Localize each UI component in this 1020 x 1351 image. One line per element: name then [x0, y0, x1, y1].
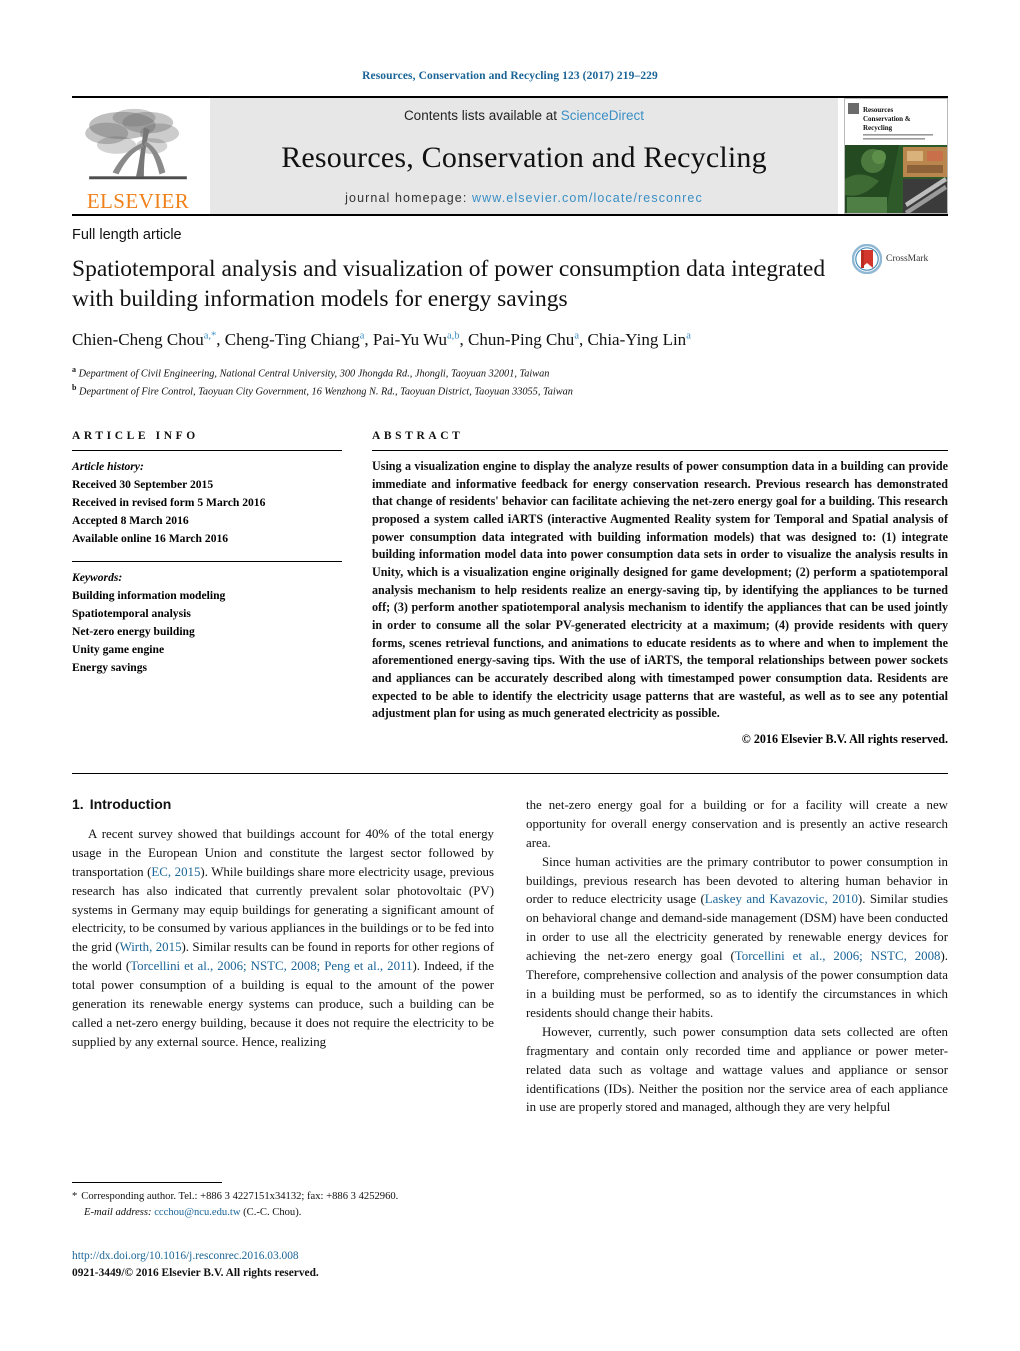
affiliation-a-text: Department of Civil Engineering, Nationa… — [78, 368, 550, 380]
page-title: Spatiotemporal analysis and visualizatio… — [72, 256, 826, 312]
footnote-rule — [72, 1182, 222, 1183]
body-column-left: 1. Introduction A recent survey showed th… — [72, 796, 494, 1117]
author-list: Chien-Cheng Choua,*, Cheng-Ting Chianga,… — [72, 330, 691, 350]
journal-info-box: Contents lists available at ScienceDirec… — [210, 98, 838, 214]
citation-torcellini-nstc[interactable]: Torcellini et al., 2006; NSTC, 2008 — [735, 949, 941, 963]
affiliation-b: b Department of Fire Control, Taoyuan Ci… — [72, 383, 573, 398]
crossmark-label: CrossMark — [886, 254, 929, 264]
body-separator-rule — [72, 772, 948, 774]
email-label: E-mail address: — [84, 1206, 152, 1218]
affiliation-b-text: Department of Fire Control, Taoyuan City… — [79, 386, 573, 398]
article-info-column: ARTICLE INFO Article history: Received 3… — [72, 430, 342, 747]
affiliations: a Department of Civil Engineering, Natio… — [72, 364, 948, 400]
cover-art: Resources Conservation & Recycling — [845, 99, 947, 213]
journal-cover-thumbnail: Resources Conservation & Recycling — [844, 98, 948, 214]
corresponding-author-note: * Corresponding author. Tel.: +886 3 4227… — [72, 1189, 494, 1205]
article-info-heading: ARTICLE INFO — [72, 430, 199, 443]
list-item: Net-zero energy building — [72, 624, 195, 638]
issn-copyright-line: 0921-3449/© 2016 Elsevier B.V. All right… — [72, 1267, 319, 1280]
list-item: Accepted 8 March 2016 — [72, 513, 189, 527]
keywords-label: Keywords: — [72, 570, 123, 584]
section-heading-introduction: 1. Introduction — [72, 796, 494, 812]
keywords-list: Building information modeling Spatiotempo… — [72, 587, 342, 677]
elsevier-wordmark: ELSEVIER — [86, 189, 190, 213]
doi-link[interactable]: http://dx.doi.org/10.1016/j.resconrec.20… — [72, 1248, 502, 1265]
section-number: 1. — [72, 795, 84, 812]
paper-page: Resources, Conservation and Recycling 12… — [0, 0, 1020, 1351]
article-history-block: Article history: Received 30 September 2… — [72, 458, 342, 548]
crossmark-icon — [852, 244, 882, 274]
footnote-star: * — [72, 1191, 78, 1202]
section-title-text: Introduction — [89, 795, 172, 812]
email-note: E-mail address: ccchou@ncu.edu.tw (C.-C.… — [72, 1205, 494, 1221]
publication-footer: http://dx.doi.org/10.1016/j.resconrec.20… — [72, 1248, 502, 1282]
journal-homepage-line: journal homepage: www.elsevier.com/locat… — [345, 191, 703, 205]
email-suffix: (C.-C. Chou). — [243, 1206, 302, 1218]
copyright-line: © 2016 Elsevier B.V. All rights reserved… — [741, 731, 948, 746]
intro-paragraph-2: Since human activities are the primary c… — [526, 853, 948, 1023]
elsevier-logo: ELSEVIER — [72, 98, 204, 214]
journal-masthead: ELSEVIER Contents lists available at Sci… — [72, 96, 948, 214]
crossmark-badge[interactable]: CrossMark — [852, 244, 948, 274]
citation-torcellini-nstc-peng[interactable]: Torcellini et al., 2006; NSTC, 2008; Pen… — [130, 959, 412, 973]
intro-paragraph-1-continued: the net-zero energy goal for a building … — [526, 797, 948, 850]
abstract-heading: ABSTRACT — [372, 430, 464, 443]
info-abstract-region: ARTICLE INFO Article history: Received 3… — [72, 430, 948, 747]
list-item: Spatiotemporal analysis — [72, 606, 191, 620]
sciencedirect-link[interactable]: ScienceDirect — [561, 108, 644, 123]
elsevier-tree-icon — [85, 108, 187, 180]
citation-ec-2015[interactable]: EC, 2015 — [151, 865, 200, 879]
svg-text:Resources: Resources — [863, 106, 893, 114]
article-history-label: Article history: — [72, 460, 144, 474]
keywords-block: Keywords: Building information modeling S… — [72, 569, 342, 677]
svg-text:Conservation &: Conservation & — [863, 115, 911, 123]
article-history-list: Received 30 September 2015 Received in re… — [72, 476, 342, 548]
list-item: Available online 16 March 2016 — [72, 531, 229, 545]
citation-wirth-2015[interactable]: Wirth, 2015 — [120, 940, 182, 954]
keywords-rule — [72, 560, 342, 562]
article-info-rule — [72, 450, 342, 452]
citation-laskey-kavazovic-2010[interactable]: Laskey and Kavazovic, 2010 — [705, 892, 858, 906]
article-type: Full length article — [72, 227, 182, 243]
contents-prefix: Contents lists available at — [403, 108, 561, 123]
running-head: Resources, Conservation and Recycling 12… — [362, 70, 658, 82]
corresponding-author-text: Corresponding author. Tel.: +886 3 42271… — [81, 1191, 399, 1202]
footnote-block: * Corresponding author. Tel.: +886 3 4227… — [72, 1182, 494, 1221]
abstract-column: ABSTRACT Using a visualization engine to… — [372, 430, 948, 747]
email-link[interactable]: ccchou@ncu.edu.tw — [154, 1207, 240, 1218]
abstract-rule — [372, 450, 948, 452]
journal-title: Resources, Conservation and Recycling — [281, 141, 767, 174]
list-item: Received in revised form 5 March 2016 — [72, 496, 266, 509]
list-item: Received 30 September 2015 — [72, 478, 214, 492]
homepage-prefix: journal homepage: — [345, 191, 472, 205]
title-block: CrossMark Full length article Spatiotemp… — [72, 216, 948, 400]
body-columns: 1. Introduction A recent survey showed th… — [72, 796, 948, 1117]
list-item: Energy savings — [72, 660, 148, 674]
intro-paragraph-1: A recent survey showed that buildings ac… — [72, 825, 494, 1052]
svg-text:Recycling: Recycling — [863, 124, 893, 132]
list-item: Unity game engine — [72, 642, 165, 656]
journal-homepage-link[interactable]: www.elsevier.com/locate/resconrec — [472, 191, 703, 205]
contents-line: Contents lists available at ScienceDirec… — [404, 108, 644, 123]
intro-paragraph-3: However, currently, such power consumpti… — [526, 1024, 948, 1115]
affiliation-a: a Department of Civil Engineering, Natio… — [72, 365, 550, 380]
body-column-right: the net-zero energy goal for a building … — [526, 796, 948, 1117]
list-item: Building information modeling — [72, 588, 226, 602]
abstract-text: Using a visualization engine to display … — [372, 459, 948, 721]
